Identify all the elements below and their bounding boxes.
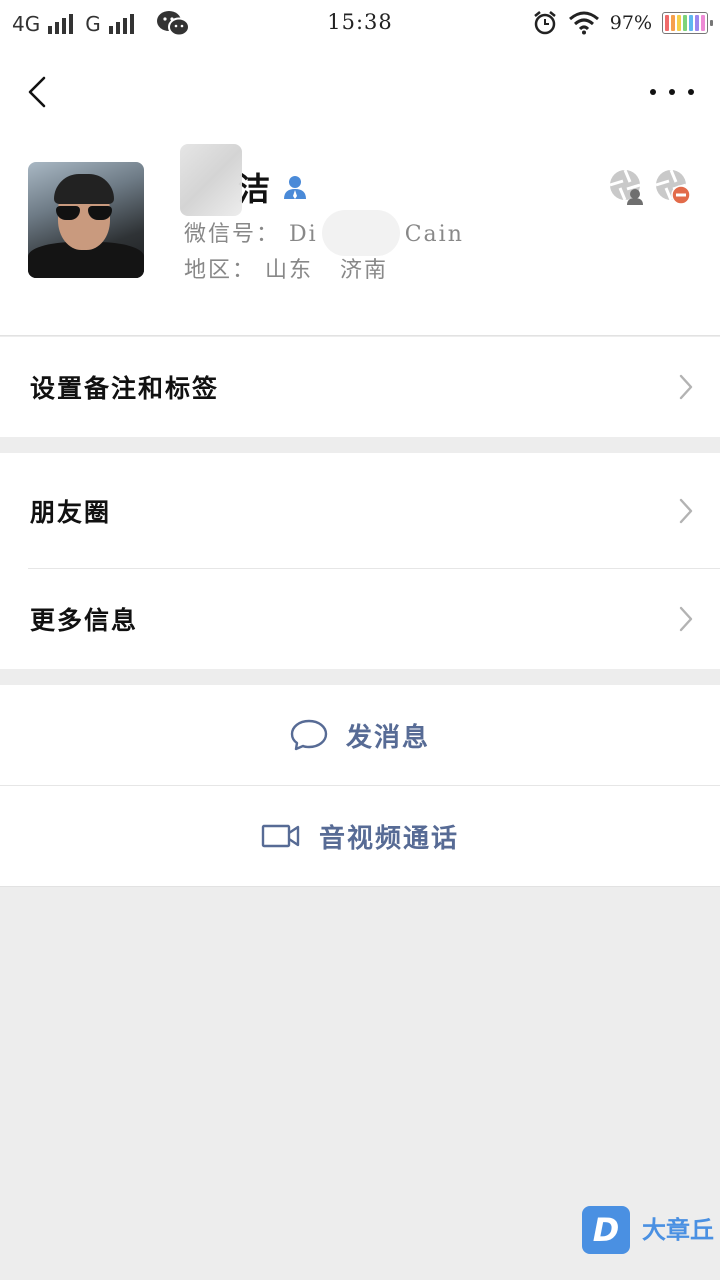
profile-header: 洁 微信号： Di Cain 地区： 山东 济南	[0, 136, 720, 336]
region-city: 济南	[340, 258, 389, 283]
chevron-right-icon	[679, 498, 693, 523]
watermark-logo-icon: D	[582, 1206, 630, 1254]
avatar[interactable]	[28, 162, 144, 278]
name-mosaic	[180, 144, 242, 216]
watermark-brand: 大章丘	[642, 1216, 714, 1244]
wechat-id-label: 微信号：	[184, 222, 281, 247]
actions-card: 发消息 音视频通话	[0, 685, 720, 887]
battery-percent: 97%	[609, 12, 652, 34]
region-line: 地区： 山东 济南	[184, 252, 388, 284]
avatar-glasses	[56, 206, 114, 220]
more-info-row[interactable]: 更多信息	[0, 569, 720, 669]
remark-card: 设置备注和标签	[0, 337, 720, 437]
info-card: 朋友圈 更多信息	[0, 453, 720, 669]
voice-video-call-label: 音视频通话	[318, 823, 459, 854]
more-dot	[688, 89, 694, 95]
chevron-right-icon	[679, 374, 693, 400]
contact-profile-screen: 4G G 15:38 97% 洁 微信号： Di Cain 地区： 山东 济南 …	[0, 0, 720, 1280]
wifi-icon	[568, 11, 599, 35]
moments-blocked-icon[interactable]	[654, 168, 692, 206]
chevron-right-icon	[679, 606, 693, 632]
wechat-id-suffix: Cain	[404, 222, 464, 247]
status-bar: 4G G 15:38 97%	[0, 0, 720, 48]
chevron-left-icon	[28, 76, 46, 108]
more-options-button[interactable]	[650, 78, 694, 106]
status-icons	[608, 168, 692, 206]
alarm-icon	[533, 11, 556, 35]
avatar-hair	[54, 174, 114, 204]
watermark-text-block: 大章丘	[642, 1218, 714, 1242]
chat-bubble-icon	[290, 719, 328, 751]
moments-label: 朋友圈	[30, 497, 112, 527]
remark-tags-row[interactable]: 设置备注和标签	[0, 337, 720, 437]
video-camera-icon	[261, 824, 300, 848]
moments-hidden-icon[interactable]	[608, 168, 646, 206]
id-mosaic	[322, 210, 400, 256]
voice-video-call-button[interactable]: 音视频通话	[0, 786, 720, 886]
user-icon	[284, 176, 307, 199]
send-message-label: 发消息	[345, 722, 430, 753]
send-message-button[interactable]: 发消息	[0, 685, 720, 785]
battery-icon	[662, 12, 713, 34]
back-button[interactable]	[18, 72, 58, 112]
top-nav-bar	[0, 48, 720, 136]
status-right: 97%	[532, 10, 713, 36]
wechat-id-value: Di	[289, 222, 318, 247]
more-info-label: 更多信息	[30, 606, 139, 635]
more-dots-icon	[650, 89, 656, 95]
more-dot	[669, 89, 675, 95]
watermark: D 大章丘	[582, 1206, 714, 1254]
contact-name: 洁	[238, 170, 271, 208]
moments-row[interactable]: 朋友圈	[0, 453, 720, 568]
region-label: 地区：	[184, 258, 257, 283]
region-province: 山东	[265, 258, 314, 283]
remark-tags-label: 设置备注和标签	[30, 374, 220, 403]
